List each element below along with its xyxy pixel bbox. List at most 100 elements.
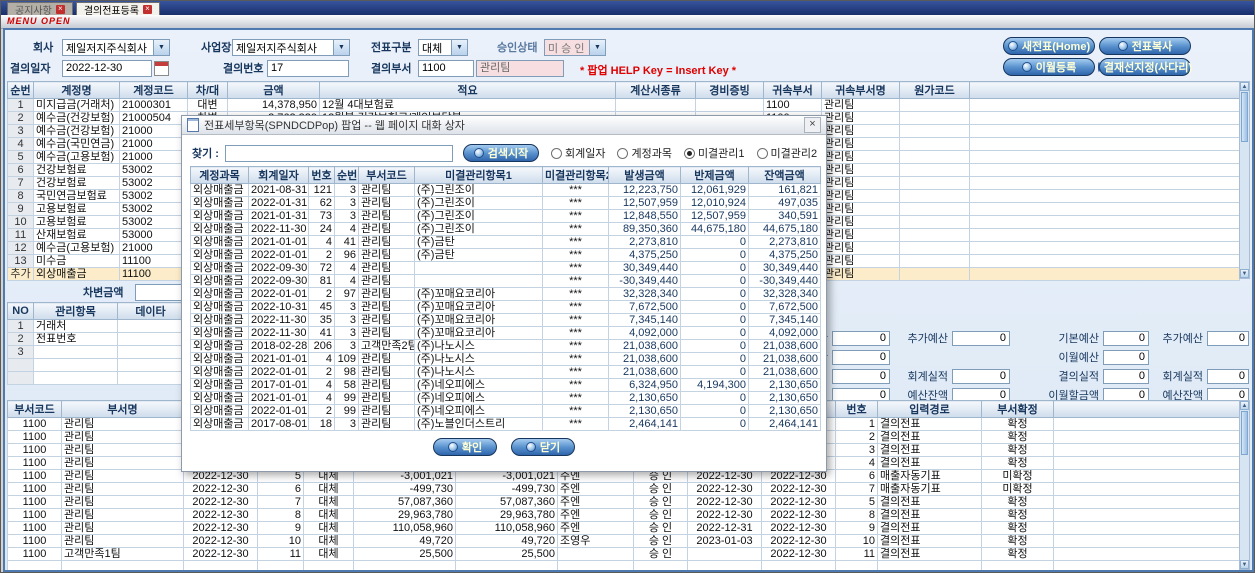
cell-item1[interactable]: (주)그린조이 bbox=[414, 183, 543, 197]
cell-occur[interactable]: 12,223,750 bbox=[608, 183, 681, 197]
cell-path[interactable]: 결의전표 bbox=[877, 430, 982, 444]
bottom-grid-scrollbar[interactable]: ▲ ▼ bbox=[1239, 400, 1250, 570]
cell-dc[interactable]: 대변 bbox=[187, 98, 228, 112]
col-header[interactable]: 미결관리항목2 bbox=[542, 166, 609, 184]
cell-item[interactable] bbox=[33, 345, 118, 359]
cell-dept[interactable]: 관리팀 bbox=[358, 209, 415, 223]
cell-item1[interactable]: (주)꼬매요코리아 bbox=[414, 326, 543, 340]
table-row[interactable]: 3 bbox=[7, 345, 184, 359]
calendar-icon[interactable] bbox=[154, 61, 169, 76]
cell-dept[interactable]: 관리팀 bbox=[358, 365, 415, 379]
cell-dc[interactable]: 대체 bbox=[303, 508, 354, 522]
cell-repay[interactable]: 44,675,180 bbox=[680, 222, 749, 236]
cell-occur[interactable]: 21,038,600 bbox=[608, 352, 681, 366]
cell-item2[interactable]: *** bbox=[542, 365, 609, 379]
cell-item[interactable] bbox=[33, 371, 118, 385]
cell-no[interactable]: 13 bbox=[7, 254, 34, 268]
cell-dept_name[interactable]: 관리팀 bbox=[821, 254, 900, 268]
cell-account[interactable]: 미수금 bbox=[33, 254, 120, 268]
cell-cr[interactable]: 25,500 bbox=[455, 547, 558, 561]
cell-repay[interactable]: 0 bbox=[680, 261, 749, 275]
cell-appr[interactable] bbox=[633, 560, 688, 570]
cell-repay[interactable]: 0 bbox=[680, 274, 749, 288]
cell-cost[interactable] bbox=[899, 215, 970, 229]
radio-accounting-date[interactable]: 회계일자 bbox=[550, 145, 605, 161]
cell-date[interactable]: 2022-01-01 bbox=[248, 365, 309, 379]
cell-balance[interactable]: 340,591 bbox=[748, 209, 821, 223]
cell-dcode[interactable]: 1100 bbox=[7, 456, 62, 470]
cell-balance[interactable]: 4,375,250 bbox=[748, 248, 821, 262]
cell-acct[interactable]: 외상매출금 bbox=[190, 300, 249, 314]
cell-rno[interactable]: 9 bbox=[257, 521, 304, 535]
tab-voucher-entry[interactable]: 결의전표등록 × bbox=[75, 2, 161, 17]
cell-_sp[interactable] bbox=[1053, 443, 1240, 457]
cell-no[interactable] bbox=[7, 358, 34, 372]
cell-item1[interactable] bbox=[414, 261, 543, 275]
cell-cost[interactable] bbox=[899, 176, 970, 190]
table-row[interactable]: 1100 관리팀 2022-12-30 7 대체 57,087,360 57,087,360… bbox=[7, 495, 1240, 509]
col-header[interactable]: 계정과목 bbox=[190, 166, 249, 184]
col-header[interactable]: 계정코드 bbox=[119, 81, 188, 99]
cell-fdate[interactable] bbox=[761, 560, 836, 570]
cell-balance[interactable]: 44,675,180 bbox=[748, 222, 821, 236]
cell-fdate[interactable]: 2022-12-30 bbox=[761, 482, 836, 496]
table-row[interactable]: 외상매출금2018-02-282063고객만족2팀(J(주)나노시스***21,… bbox=[190, 339, 821, 353]
cell-_sp[interactable] bbox=[1053, 560, 1240, 570]
cell-fno[interactable]: 8 bbox=[835, 508, 878, 522]
cell-fno[interactable]: 6 bbox=[835, 469, 878, 483]
table-row[interactable]: 외상매출금 2022-10-31 45 3 관리팀 (주)꼬매요코리아 *** 7,672,5… bbox=[190, 300, 821, 314]
cell-dept_name[interactable]: 관리팀 bbox=[821, 241, 900, 255]
col-header[interactable]: 순번 bbox=[334, 166, 359, 184]
cell-item2[interactable]: *** bbox=[542, 274, 609, 288]
tab-close-icon[interactable]: × bbox=[55, 5, 65, 14]
cell-balance[interactable]: 21,038,600 bbox=[748, 339, 821, 353]
cell-fno[interactable]: 9 bbox=[835, 521, 878, 535]
cell-dc[interactable]: 대체 bbox=[303, 547, 354, 561]
table-row[interactable] bbox=[7, 371, 184, 385]
col-header[interactable]: 귀속부서 bbox=[763, 81, 822, 99]
cell-path[interactable]: 결의전표 bbox=[877, 521, 982, 535]
cell-dept_name[interactable]: 관리팀 bbox=[821, 189, 900, 203]
cell-rno[interactable] bbox=[257, 560, 304, 570]
cell-code[interactable]: 21000 bbox=[119, 150, 188, 164]
cell-dept_name[interactable]: 관리팀 bbox=[821, 228, 900, 242]
cell-dept_name[interactable]: 관리팀 bbox=[821, 137, 900, 151]
cell-data[interactable] bbox=[117, 358, 184, 372]
cell-item[interactable] bbox=[33, 358, 118, 372]
cell-_sp[interactable] bbox=[969, 254, 1240, 268]
cell-balance[interactable]: 161,821 bbox=[748, 183, 821, 197]
cell-cr[interactable] bbox=[455, 560, 558, 570]
cell-no[interactable]: 5 bbox=[7, 150, 34, 164]
cell-no[interactable]: 1 bbox=[7, 319, 34, 333]
cell-repay[interactable]: 0 bbox=[680, 391, 749, 405]
cell-appr[interactable]: 승 인 bbox=[633, 508, 688, 522]
cell-_sp[interactable] bbox=[969, 98, 1240, 112]
cell-account[interactable]: 미지급금(거래처) bbox=[33, 98, 120, 112]
cell-repay[interactable]: 4,194,300 bbox=[680, 378, 749, 392]
cell-seq[interactable]: 3 bbox=[334, 326, 359, 340]
cell-_sp[interactable] bbox=[1053, 508, 1240, 522]
cell-dcode[interactable]: 1100 bbox=[7, 417, 62, 431]
table-row[interactable] bbox=[7, 358, 184, 372]
cell-dept[interactable]: 관리팀 bbox=[358, 391, 415, 405]
cell-path[interactable]: 결의전표 bbox=[877, 417, 982, 431]
table-row[interactable]: 외상매출금 2021-01-01 4 109 관리팀 (주)나노시스 *** 21,038,6… bbox=[190, 352, 821, 366]
cell-_sp[interactable] bbox=[969, 176, 1240, 190]
cell-adate[interactable] bbox=[687, 560, 762, 570]
cell-dname[interactable]: 관리팀 bbox=[61, 521, 184, 535]
cell-repay[interactable]: 0 bbox=[680, 313, 749, 327]
cell-balance[interactable]: 2,273,810 bbox=[748, 235, 821, 249]
cell-item1[interactable]: (주)네오피에스 bbox=[414, 391, 543, 405]
cell-seq[interactable]: 3 bbox=[334, 183, 359, 197]
cell-path[interactable]: 매출자동기표 bbox=[877, 469, 982, 483]
cell-occur[interactable]: 7,672,500 bbox=[608, 300, 681, 314]
cell-code[interactable]: 21000 bbox=[119, 137, 188, 151]
cell-no[interactable]: 45 bbox=[308, 300, 335, 314]
cell-seq[interactable]: 3 bbox=[334, 339, 359, 353]
cell-no[interactable]: 206 bbox=[308, 339, 335, 353]
cell-item2[interactable]: *** bbox=[542, 261, 609, 275]
cell-item1[interactable]: (주)금탄 bbox=[414, 235, 543, 249]
cell-item1[interactable]: (주)그린조이 bbox=[414, 222, 543, 236]
cell-confirm[interactable]: 확정 bbox=[981, 456, 1054, 470]
cell-dept_name[interactable]: 관리팀 bbox=[821, 202, 900, 216]
